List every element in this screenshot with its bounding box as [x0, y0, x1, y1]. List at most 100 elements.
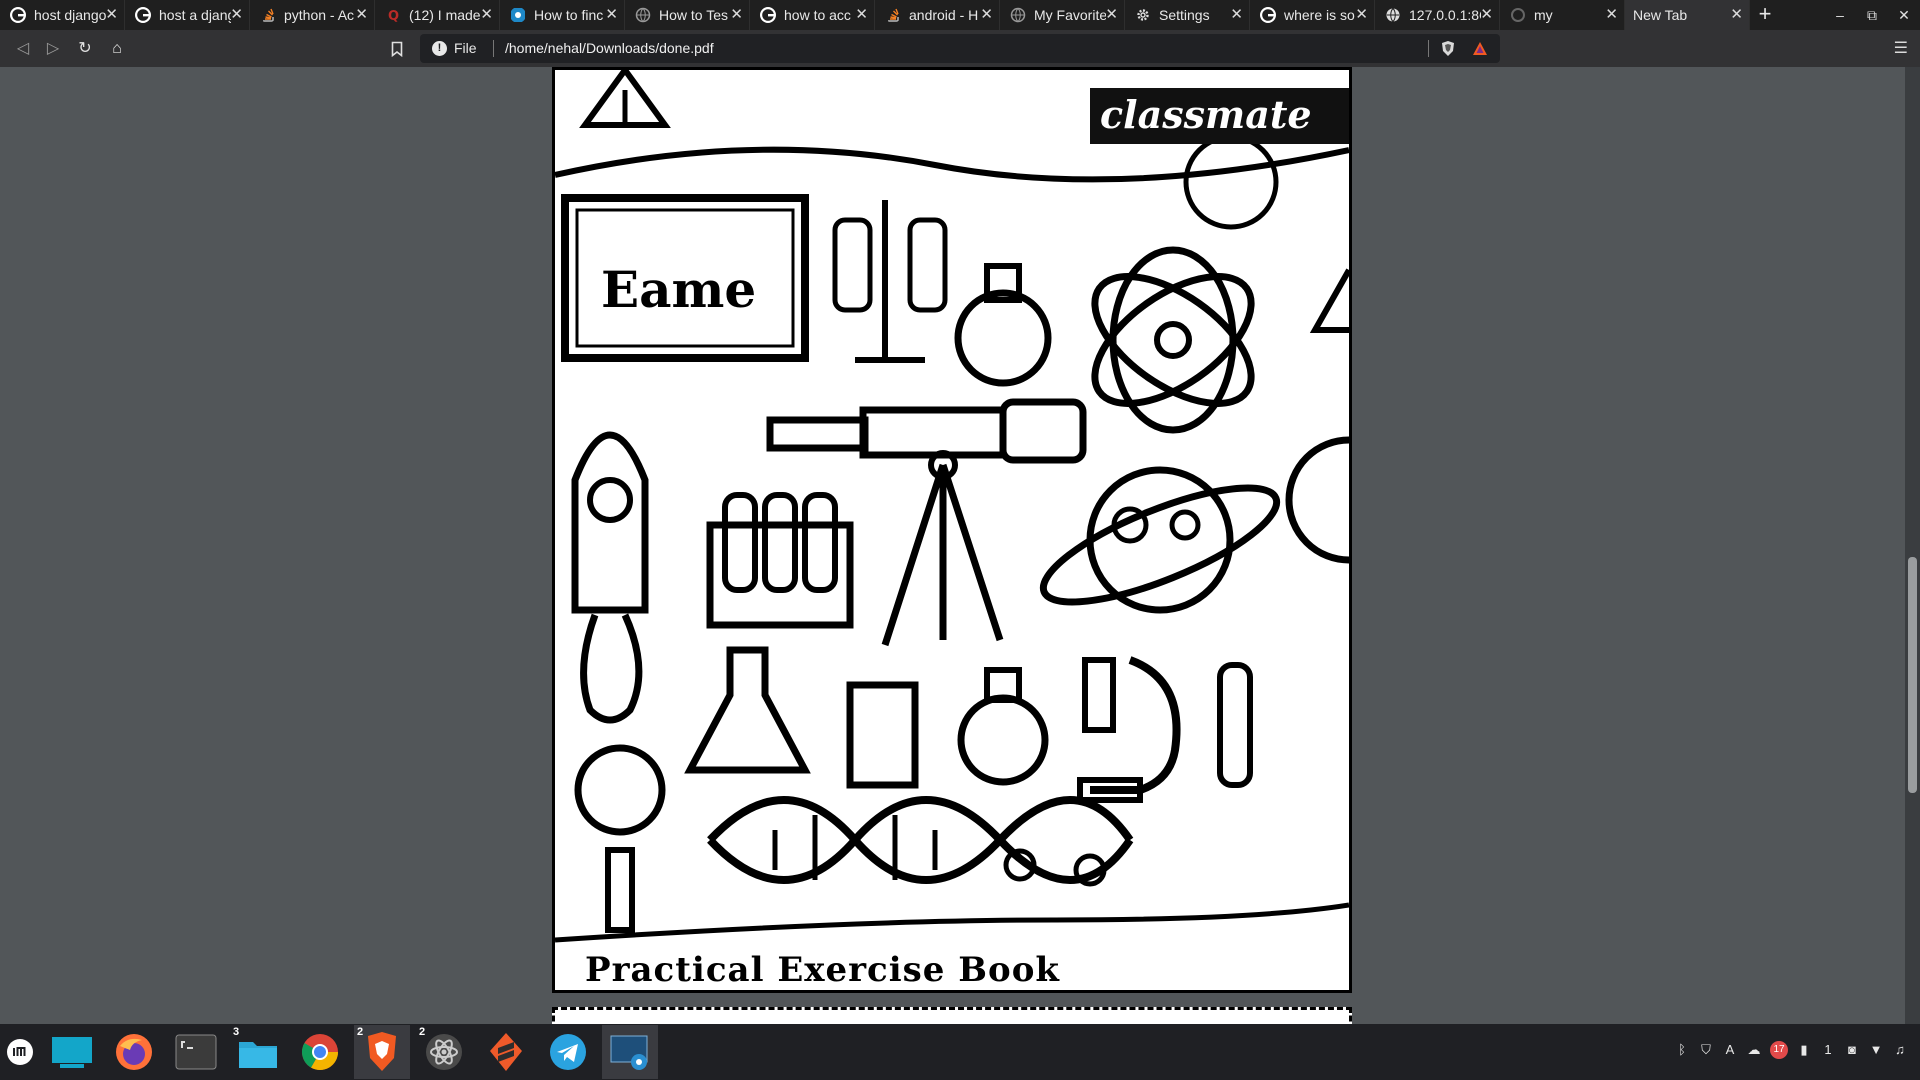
close-icon[interactable]: ✕	[1605, 5, 1618, 23]
tab-12[interactable]: 127.0.0.1:8C✕	[1375, 0, 1500, 30]
hamburger-menu-icon[interactable]: ☰	[1894, 38, 1908, 58]
restore-button[interactable]: ⧉	[1856, 0, 1888, 30]
close-icon[interactable]: ✕	[855, 5, 868, 23]
files-button[interactable]: 3	[230, 1025, 286, 1079]
google-icon	[760, 7, 776, 23]
bluetooth-icon[interactable]: ᛒ	[1674, 1042, 1690, 1058]
terminal-icon	[175, 1034, 217, 1070]
tab-title: How to Tes	[659, 7, 728, 23]
battery-icon[interactable]: ▮	[1796, 1042, 1812, 1058]
home-button[interactable]: ⌂	[106, 38, 128, 60]
atom-button[interactable]: 2	[416, 1025, 472, 1079]
tab-title: New Tab	[1633, 7, 1688, 23]
pdf-page-next	[552, 1007, 1352, 1024]
close-icon[interactable]: ✕	[1480, 5, 1493, 23]
close-window-button[interactable]: ✕	[1888, 0, 1920, 30]
globe-icon	[635, 7, 651, 23]
keyboard-layout-icon[interactable]: A	[1722, 1042, 1738, 1058]
tab-2[interactable]: host a djang ✕	[125, 0, 250, 30]
address-bar[interactable]: ! File /home/nehal/Downloads/done.pdf	[420, 34, 1500, 63]
divider	[1428, 40, 1429, 57]
system-tray: ᛒ ⛉ A ☁ 17 ▮ 1 ◙ ▼ ♫	[1674, 1041, 1908, 1059]
close-icon[interactable]: ✕	[1230, 5, 1243, 23]
network-cloud-icon[interactable]: ☁	[1746, 1042, 1762, 1058]
screenshot-tray-icon[interactable]: ◙	[1844, 1042, 1860, 1058]
tab-title: host a djang	[159, 7, 231, 23]
tab-1[interactable]: host django ✕	[0, 0, 125, 30]
close-icon[interactable]: ✕	[1105, 5, 1118, 23]
loading-icon	[1511, 8, 1525, 22]
tab-title: Settings	[1159, 7, 1210, 23]
forward-button[interactable]: ▷	[42, 38, 64, 60]
close-icon[interactable]: ✕	[605, 5, 618, 23]
close-icon[interactable]: ✕	[1355, 5, 1368, 23]
tab-13[interactable]: my ✕	[1500, 0, 1625, 30]
tab-9[interactable]: My Favorite ✕	[1000, 0, 1125, 30]
tab-title: (12) I made	[409, 7, 481, 23]
close-icon[interactable]: ✕	[230, 5, 243, 23]
tab-8[interactable]: android - H ✕	[875, 0, 1000, 30]
info-icon[interactable]: !	[432, 41, 447, 56]
wifi-icon[interactable]: ▼	[1868, 1042, 1884, 1058]
tab-5[interactable]: How to finc ✕	[500, 0, 625, 30]
screenshot-button[interactable]	[602, 1025, 658, 1079]
notification-count-badge[interactable]: 17	[1770, 1041, 1788, 1059]
close-icon[interactable]: ✕	[355, 5, 368, 23]
brave-button[interactable]: 2	[354, 1025, 410, 1079]
tab-title: where is so	[1284, 7, 1355, 23]
brave-rewards-icon[interactable]	[1472, 41, 1488, 57]
close-icon[interactable]: ✕	[730, 5, 743, 23]
svg-text:Q: Q	[388, 9, 399, 23]
chalkboard-text: Eame	[601, 260, 757, 319]
back-button[interactable]: ◁	[12, 38, 34, 60]
tab-6[interactable]: How to Tes ✕	[625, 0, 750, 30]
chrome-button[interactable]	[292, 1025, 348, 1079]
show-desktop-button[interactable]	[44, 1025, 100, 1079]
new-tab-button[interactable]: +	[1750, 0, 1780, 30]
telegram-button[interactable]	[540, 1025, 596, 1079]
reload-button[interactable]: ↻	[74, 38, 96, 60]
tab-title: 127.0.0.1:8C	[1409, 7, 1481, 23]
globe-icon	[1386, 8, 1400, 22]
tab-title: my	[1534, 7, 1553, 23]
scrollbar-thumb[interactable]	[1908, 557, 1917, 793]
tab-title: How to finc	[534, 7, 604, 23]
firefox-button[interactable]	[106, 1025, 162, 1079]
tab-14[interactable]: New Tab ✕	[1625, 0, 1750, 30]
close-icon[interactable]: ✕	[1730, 5, 1743, 23]
sublime-button[interactable]	[478, 1025, 534, 1079]
tab-3[interactable]: python - Ac ✕	[250, 0, 375, 30]
tab-4[interactable]: Q (12) I made ✕	[375, 0, 500, 30]
reload-icon: ↻	[78, 40, 92, 57]
firefox-icon	[116, 1034, 152, 1070]
music-icon[interactable]: ♫	[1892, 1042, 1908, 1058]
url-text[interactable]: /home/nehal/Downloads/done.pdf	[505, 40, 714, 56]
taskbar: 3 2 2 ᛒ ⛉ A ☁ 17 ▮ 1 ◙ ▼ ♫	[0, 1024, 1920, 1080]
tab-10[interactable]: Settings ✕	[1125, 0, 1250, 30]
pdf-page: classmate Eame Practical Exercise Book	[552, 67, 1352, 993]
minimize-button[interactable]: –	[1824, 0, 1856, 30]
brave-shields-icon[interactable]	[1440, 40, 1456, 57]
toolbar: ◁ ▷ ↻ ⌂ ! File /home/nehal/Downloads/don…	[0, 30, 1920, 67]
tab-title: My Favorite	[1034, 7, 1106, 23]
tab-7[interactable]: how to acc ✕	[750, 0, 875, 30]
menu-button[interactable]	[2, 1025, 38, 1079]
files-icon	[239, 1042, 277, 1068]
scrollbar[interactable]	[1905, 67, 1920, 1024]
stackoverflow-icon	[263, 8, 274, 22]
close-icon[interactable]: ✕	[980, 5, 993, 23]
tab-11[interactable]: where is so ✕	[1250, 0, 1375, 30]
close-icon[interactable]: ✕	[480, 5, 493, 23]
security-icon[interactable]: ⛉	[1698, 1042, 1714, 1058]
brand-logo: classmate	[1100, 92, 1312, 137]
terminal-button[interactable]	[168, 1025, 224, 1079]
back-arrow-icon: ◁	[16, 40, 30, 57]
cover-title: Practical Exercise Book	[585, 950, 1060, 990]
bookmark-button[interactable]	[386, 38, 408, 60]
close-icon[interactable]: ✕	[105, 5, 118, 23]
google-icon	[1260, 7, 1276, 23]
screenshot-icon	[610, 1035, 648, 1070]
workspace-indicator[interactable]: 1	[1820, 1042, 1836, 1058]
url-scheme: File	[454, 40, 477, 56]
chrome-icon	[301, 1034, 338, 1071]
